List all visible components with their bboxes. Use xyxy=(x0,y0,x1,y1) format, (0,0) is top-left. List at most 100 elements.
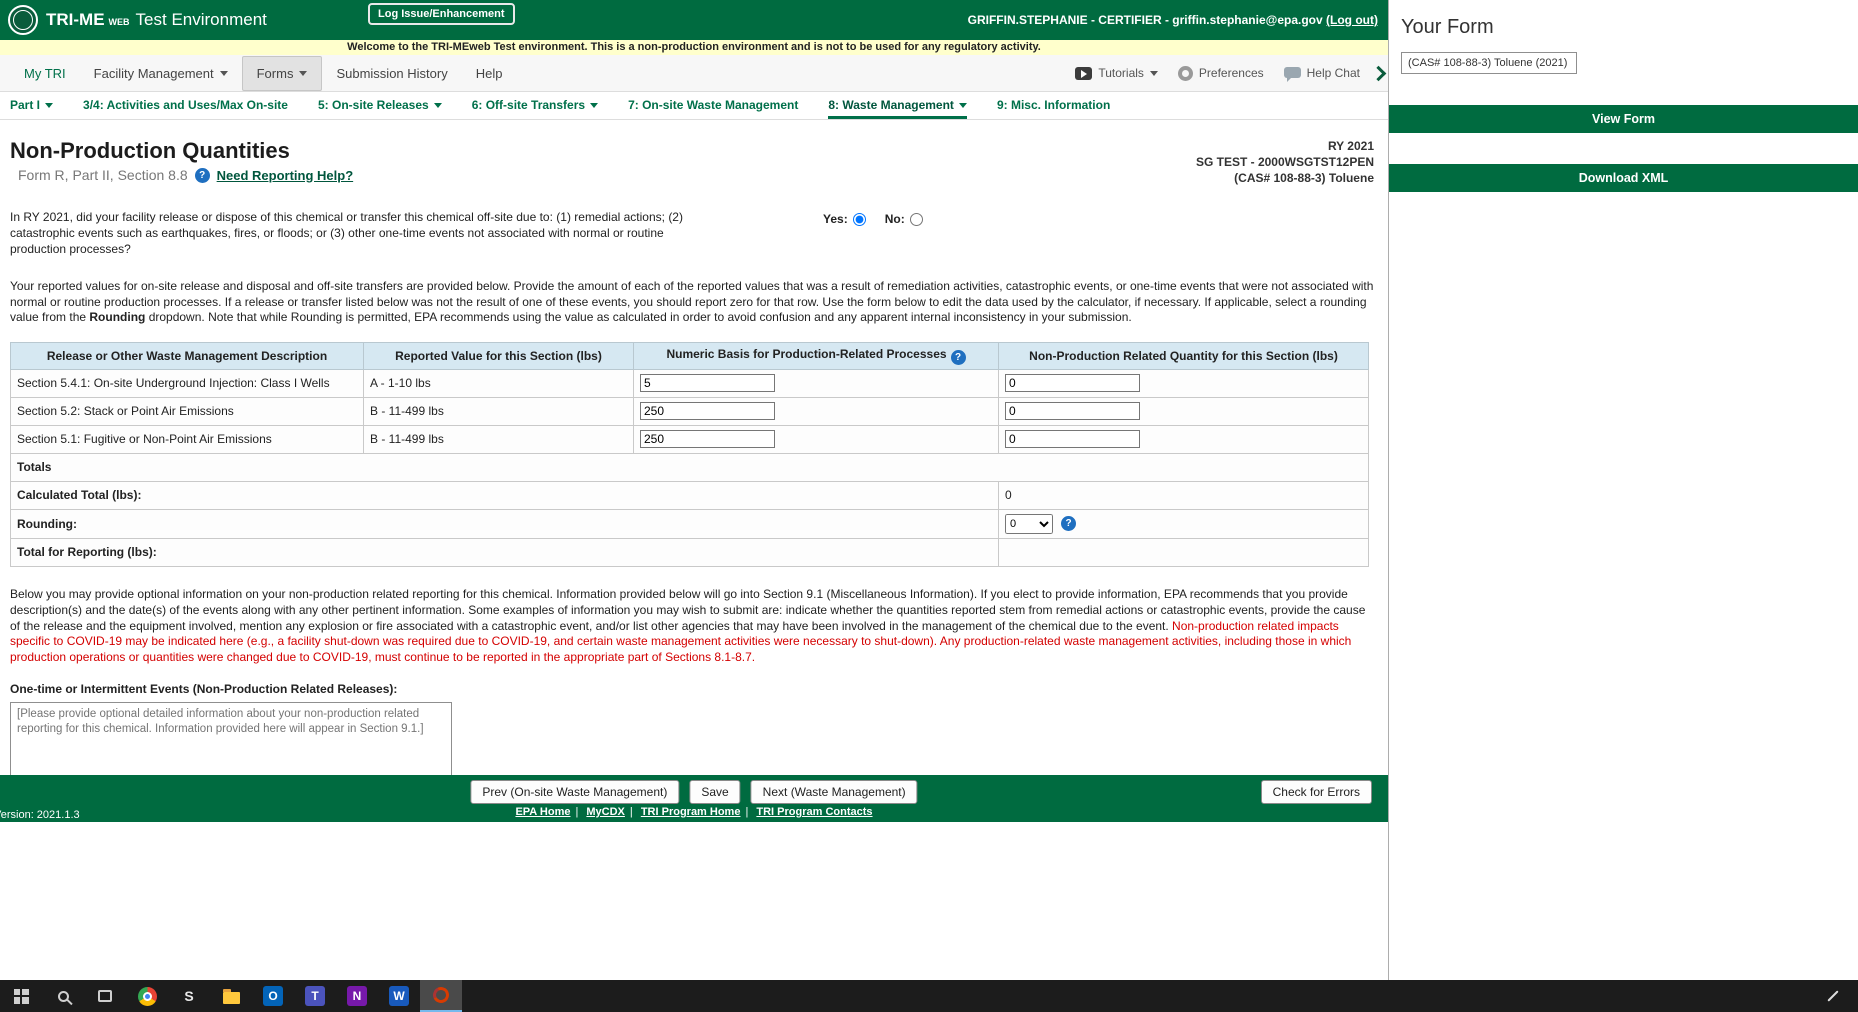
preferences-menu[interactable]: Preferences xyxy=(1178,66,1264,81)
pen-workspace-button[interactable] xyxy=(1812,980,1854,1012)
tri-program-contacts-link[interactable]: TRI Program Contacts xyxy=(756,806,872,818)
events-wrap: (4000/4000 characters remaining.) xyxy=(10,696,455,775)
nav-item-forms[interactable]: Forms xyxy=(242,56,323,91)
caret-down-icon xyxy=(590,103,598,108)
app-header: TRI-ME WEB Test Environment Log Issue/En… xyxy=(0,0,1388,40)
form-selector[interactable]: (CAS# 108-88-3) Toluene (2021) xyxy=(1401,52,1577,74)
help-chat-label: Help Chat xyxy=(1307,66,1360,80)
row-reported-value: B - 11-499 lbs xyxy=(364,425,634,453)
user-info: GRIFFIN.STEPHANIE - CERTIFIER - griffin.… xyxy=(968,13,1323,27)
nav-item-submission-history[interactable]: Submission History xyxy=(322,57,461,90)
non-production-cell xyxy=(999,369,1369,397)
non-production-input[interactable] xyxy=(1005,402,1140,420)
subnav-label: 6: Off-site Transfers xyxy=(472,98,585,112)
onenote-taskbar-button[interactable]: N xyxy=(336,980,378,1012)
calculated-total-value: 0 xyxy=(999,481,1369,509)
totals-header-row: Totals xyxy=(11,453,1369,481)
screen: TRI-ME WEB Test Environment Log Issue/En… xyxy=(0,0,1858,1012)
subnav-offsite-transfers[interactable]: 6: Off-site Transfers xyxy=(472,98,598,119)
non-production-input[interactable] xyxy=(1005,374,1140,392)
tri-program-home-link[interactable]: TRI Program Home xyxy=(641,806,741,818)
logout-link[interactable]: (Log out) xyxy=(1326,13,1378,27)
nav-item-help[interactable]: Help xyxy=(462,57,517,90)
word-glyph: W xyxy=(393,989,404,1003)
nav-item-my-tri[interactable]: My TRI xyxy=(10,57,80,90)
chemical-id: (CAS# 108-88-3) Toluene xyxy=(1196,170,1374,186)
version-label: Version: 2021.1.3 xyxy=(0,809,80,821)
start-button[interactable] xyxy=(0,980,42,1012)
non-production-input[interactable] xyxy=(1005,430,1140,448)
view-form-button[interactable]: View Form xyxy=(1389,105,1858,133)
rounding-cell: 0 ? xyxy=(999,509,1369,538)
windows-icon xyxy=(14,989,29,1004)
numeric-basis-cell xyxy=(634,397,999,425)
file-explorer-button[interactable] xyxy=(210,980,252,1012)
numeric-basis-input[interactable] xyxy=(640,430,775,448)
help-question-icon[interactable]: ? xyxy=(1061,516,1076,531)
link-separator: | xyxy=(630,806,633,818)
app-brand: TRI-ME WEB Test Environment xyxy=(46,10,267,30)
totals-label: Totals xyxy=(11,453,1369,481)
subnav-misc-information[interactable]: 9: Misc. Information xyxy=(997,98,1110,119)
help-question-icon[interactable]: ? xyxy=(195,168,210,183)
nav-item-facility-management[interactable]: Facility Management xyxy=(80,57,242,90)
table-row: Section 5.4.1: On-site Underground Injec… xyxy=(11,369,1369,397)
page-title: Non-Production Quantities xyxy=(10,138,353,164)
env-banner: Welcome to the TRI-MEweb Test environmen… xyxy=(0,40,1388,55)
nav-utilities: Tutorials Preferences Help Chat xyxy=(1075,66,1360,81)
log-issue-button[interactable]: Log Issue/Enhancement xyxy=(368,3,515,25)
sidebar-title: Your Form xyxy=(1389,0,1858,39)
need-reporting-help-link[interactable]: Need Reporting Help? xyxy=(217,168,354,183)
app-title-sub: WEB xyxy=(109,17,130,27)
subnav-waste-management[interactable]: 8: Waste Management xyxy=(828,98,967,119)
events-textarea[interactable] xyxy=(10,702,452,775)
calculated-total-label: Calculated Total (lbs): xyxy=(11,481,999,509)
row-reported-value: A - 1-10 lbs xyxy=(364,369,634,397)
nav-scroll-right-icon[interactable] xyxy=(1371,65,1387,81)
yes-radio[interactable] xyxy=(853,213,866,226)
subnav-onsite-waste-management[interactable]: 7: On-site Waste Management xyxy=(628,98,798,119)
subnav-part-i[interactable]: Part I xyxy=(10,98,53,119)
check-for-errors-button[interactable]: Check for Errors xyxy=(1261,780,1372,804)
optional-info-black: Below you may provide optional informati… xyxy=(10,587,1365,633)
help-chat-menu[interactable]: Help Chat xyxy=(1284,66,1360,80)
rounding-select[interactable]: 0 xyxy=(1005,514,1053,534)
content-row: TRI-ME WEB Test Environment Log Issue/En… xyxy=(0,0,1858,980)
numeric-basis-input[interactable] xyxy=(640,374,775,392)
prev-button[interactable]: Prev (On-site Waste Management) xyxy=(470,780,679,804)
numeric-basis-input[interactable] xyxy=(640,402,775,420)
teams-taskbar-button[interactable]: T xyxy=(294,980,336,1012)
tutorials-menu[interactable]: Tutorials xyxy=(1075,66,1158,80)
mycdx-link[interactable]: MyCDX xyxy=(586,806,625,818)
help-question-icon[interactable]: ? xyxy=(951,350,966,365)
word-taskbar-button[interactable]: W xyxy=(378,980,420,1012)
link-separator: | xyxy=(745,806,748,818)
search-button[interactable] xyxy=(42,980,84,1012)
environment-label: Test Environment xyxy=(136,10,267,30)
epa-home-link[interactable]: EPA Home xyxy=(515,806,570,818)
intro-bold-word: Rounding xyxy=(89,310,145,324)
intro-paragraph: Your reported values for on-site release… xyxy=(10,279,1378,326)
no-radio[interactable] xyxy=(910,213,923,226)
row-description: Section 5.1: Fugitive or Non-Point Air E… xyxy=(11,425,364,453)
nav-label: Help xyxy=(476,66,503,81)
search-icon xyxy=(58,991,69,1002)
subnav-activities-uses[interactable]: 3/4: Activities and Uses/Max On-site xyxy=(83,98,288,119)
caret-down-icon xyxy=(434,103,442,108)
outlook-taskbar-button[interactable]: O xyxy=(252,980,294,1012)
one-time-event-question: In RY 2021, did your facility release or… xyxy=(10,209,1378,258)
next-button[interactable]: Next (Waste Management) xyxy=(751,780,918,804)
skype-taskbar-button[interactable]: S xyxy=(168,980,210,1012)
chrome-taskbar-button[interactable] xyxy=(126,980,168,1012)
subnav-onsite-releases[interactable]: 5: On-site Releases xyxy=(318,98,442,119)
task-view-button[interactable] xyxy=(84,980,126,1012)
bottom-filler xyxy=(0,822,1388,980)
save-button[interactable]: Save xyxy=(689,780,740,804)
download-xml-button[interactable]: Download XML xyxy=(1389,164,1858,192)
subnav-label: 3/4: Activities and Uses/Max On-site xyxy=(83,98,288,112)
row-description: Section 5.2: Stack or Point Air Emission… xyxy=(11,397,364,425)
gear-icon xyxy=(1178,66,1193,81)
active-app-taskbar-button[interactable] xyxy=(420,980,462,1012)
title-block: Non-Production Quantities Form R, Part I… xyxy=(10,138,353,187)
question-text: In RY 2021, did your facility release or… xyxy=(10,209,685,258)
